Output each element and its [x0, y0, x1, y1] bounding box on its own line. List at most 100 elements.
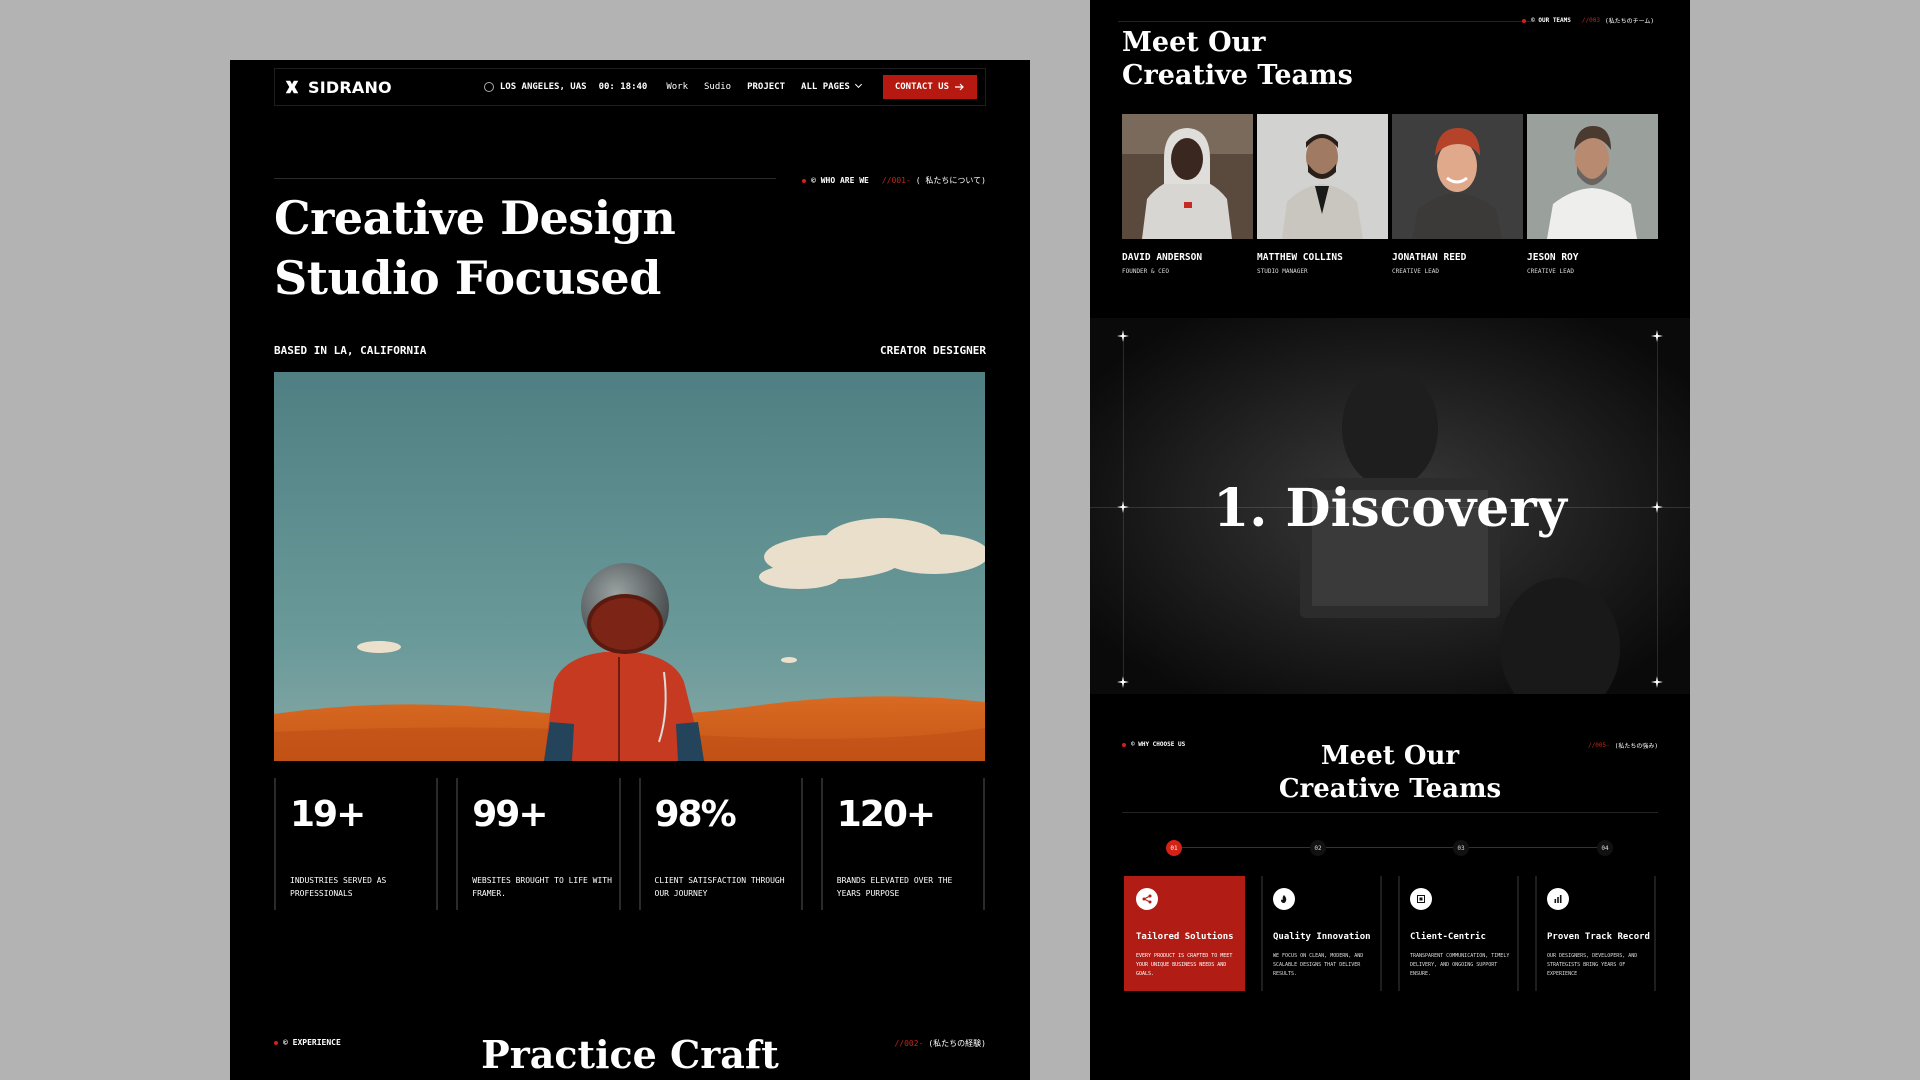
stats-row: 19+ INDUSTRIES SERVED AS PROFESSIONALS 9… — [274, 778, 985, 910]
stat-card: 98% CLIENT SATISFACTION THROUGH OUR JOUR… — [638, 778, 803, 910]
steps-progress-line — [1172, 847, 1612, 848]
why-card-track-record[interactable]: Proven Track Record OUR DESIGNERS, DEVEL… — [1535, 876, 1656, 991]
team-members: DAVID ANDERSON FOUNDER & CEO MATTHEW COL… — [1122, 114, 1658, 275]
arrow-right-icon — [955, 83, 964, 91]
experience-tag-right: //002- (私たちの経験) — [894, 1038, 986, 1049]
section-divider — [1118, 21, 1536, 22]
cross-logo-icon — [285, 80, 299, 94]
experience-tag-number: //002- — [894, 1039, 924, 1048]
stat-card: 99+ WEBSITES BROUGHT TO LIFE WITH FRAMER… — [456, 778, 621, 910]
nav-link-project[interactable]: PROJECT — [747, 82, 785, 92]
stat-label: INDUSTRIES SERVED AS PROFESSIONALS — [290, 876, 387, 898]
teams-tag-label: © OUR TEAMS — [1531, 17, 1571, 24]
sparkle-icon — [1117, 676, 1129, 688]
card-title: Tailored Solutions — [1136, 932, 1234, 942]
stat-label: WEBSITES BROUGHT TO LIFE WITH FRAMER. — [472, 876, 612, 898]
stat-value: 98% — [654, 794, 737, 835]
red-dot-icon — [802, 178, 807, 183]
teams-tag-number: //003 — [1581, 17, 1600, 24]
sparkle-icon — [1651, 676, 1663, 688]
clock-text: 00: 18:40 — [598, 82, 648, 92]
why-card-client[interactable]: Client-Centric TRANSPARENT COMMUNICATION… — [1398, 876, 1519, 991]
contact-us-label: CONTACT US — [894, 82, 949, 92]
member-photo — [1527, 114, 1658, 239]
card-title: Quality Innovation — [1273, 932, 1371, 942]
globe-icon — [483, 82, 494, 92]
member-photo — [1257, 114, 1388, 239]
target-icon — [1410, 888, 1432, 910]
who-tag-label: © WHO ARE WE — [811, 176, 869, 185]
nav-link-all-pages[interactable]: ALL PAGES — [801, 80, 862, 92]
step-indicator-03[interactable]: 03 — [1453, 840, 1469, 856]
stat-label: BRANDS ELEVATED OVER THE YEARS PURPOSE — [836, 876, 953, 898]
chevron-down-icon — [854, 80, 862, 89]
hero-image-astronaut-desert — [274, 372, 985, 761]
team-member-card[interactable]: MATTHEW COLLINS STUDIO MANAGER — [1257, 114, 1388, 275]
stat-value: 120+ — [836, 794, 936, 835]
contact-us-button[interactable]: CONTACT US — [882, 75, 977, 99]
red-dot-icon — [1522, 18, 1527, 23]
nav-link-work[interactable]: Work — [666, 82, 688, 92]
sparkle-icon — [1117, 330, 1129, 342]
member-role: CREATIVE LEAD — [1527, 268, 1574, 275]
brand-logo[interactable]: SIDRANO — [283, 78, 392, 97]
member-role: STUDIO MANAGER — [1257, 268, 1308, 275]
why-title-line-2: Creative Teams — [1278, 774, 1502, 804]
brand-name: SIDRANO — [308, 77, 392, 97]
why-title: Meet Our Creative Teams — [1090, 740, 1690, 806]
team-member-card[interactable]: JONATHAN REED CREATIVE LEAD — [1392, 114, 1523, 275]
nav-link-studio[interactable]: Sudio — [704, 82, 731, 92]
who-tag-japanese: ( 私たちについて) — [915, 176, 986, 185]
member-name: JONATHAN REED — [1392, 252, 1467, 263]
step-indicator-01[interactable]: 01 — [1166, 840, 1182, 856]
teams-title-line-1: Meet Our — [1122, 27, 1266, 58]
based-in-label: BASED IN LA, CALIFORNIA — [274, 344, 427, 357]
share-icon — [1136, 888, 1158, 910]
sparkle-icon — [1651, 330, 1663, 342]
discovery-step-title: 1. Discovery — [1213, 478, 1567, 539]
flame-icon — [1273, 888, 1295, 910]
why-title-line-1: Meet Our — [1320, 741, 1460, 771]
team-member-card[interactable]: DAVID ANDERSON FOUNDER & CEO — [1122, 114, 1253, 275]
bar-chart-icon — [1547, 888, 1569, 910]
card-description: WE FOCUS ON CLEAN, MODERN, AND SCALABLE … — [1273, 953, 1364, 977]
stat-value: 99+ — [472, 794, 548, 835]
why-card-quality[interactable]: Quality Innovation WE FOCUS ON CLEAN, MO… — [1261, 876, 1382, 991]
why-card-tailored[interactable]: Tailored Solutions EVERY PRODUCT IS CRAF… — [1124, 876, 1245, 991]
card-description: OUR DESIGNERS, DEVELOPERS, AND STRATEGIS… — [1547, 953, 1638, 977]
hero-title: Creative Design Studio Focused — [274, 188, 676, 308]
card-description: TRANSPARENT COMMUNICATION, TIMELY DELIVE… — [1410, 953, 1510, 977]
teams-tag-japanese: (私たちのチーム) — [1604, 18, 1654, 25]
member-name: MATTHEW COLLINS — [1257, 252, 1343, 263]
stat-card: 120+ BRANDS ELEVATED OVER THE YEARS PURP… — [820, 778, 985, 910]
member-photo — [1122, 114, 1253, 239]
section-divider — [1122, 812, 1658, 813]
member-role: CREATIVE LEAD — [1392, 268, 1439, 275]
teams-title-line-2: Creative Teams — [1122, 60, 1353, 91]
nav-links: Work Sudio PROJECT ALL PAGES — [666, 80, 862, 92]
location-clock: LOS ANGELES, UAS 00: 18:40 — [483, 82, 648, 92]
card-title: Client-Centric — [1410, 932, 1486, 942]
experience-tag-japanese: (私たちの経験) — [928, 1039, 986, 1048]
member-name: DAVID ANDERSON — [1122, 252, 1203, 263]
member-role: FOUNDER & CEO — [1122, 268, 1169, 275]
step-indicator-04[interactable]: 04 — [1597, 840, 1613, 856]
stat-label: CLIENT SATISFACTION THROUGH OUR JOURNEY — [654, 876, 785, 898]
top-navigation: SIDRANO LOS ANGELES, UAS 00: 18:40 Work … — [274, 68, 986, 106]
hero-title-line-2: Studio Focused — [274, 251, 661, 305]
creator-designer-label: CREATOR DESIGNER — [880, 344, 986, 357]
process-discovery-panel: 1. Discovery — [1090, 318, 1690, 694]
card-title: Proven Track Record — [1547, 932, 1650, 942]
teams-title: Meet Our Creative Teams — [1122, 26, 1353, 92]
why-cards: Tailored Solutions EVERY PRODUCT IS CRAF… — [1124, 876, 1658, 991]
step-indicator-02[interactable]: 02 — [1310, 840, 1326, 856]
team-member-card[interactable]: JESON ROY CREATIVE LEAD — [1527, 114, 1658, 275]
location-text: LOS ANGELES, UAS — [499, 82, 587, 92]
card-description: EVERY PRODUCT IS CRAFTED TO MEET YOUR UN… — [1136, 953, 1233, 977]
our-teams-tag: © OUR TEAMS //003 (私たちのチーム) — [1522, 16, 1654, 25]
who-are-we-tag: © WHO ARE WE //001- ( 私たちについて) — [802, 175, 986, 186]
stat-value: 19+ — [290, 794, 366, 835]
who-tag-number: //001- — [881, 176, 911, 185]
hero-illustration — [274, 372, 985, 761]
section-divider — [274, 178, 776, 179]
